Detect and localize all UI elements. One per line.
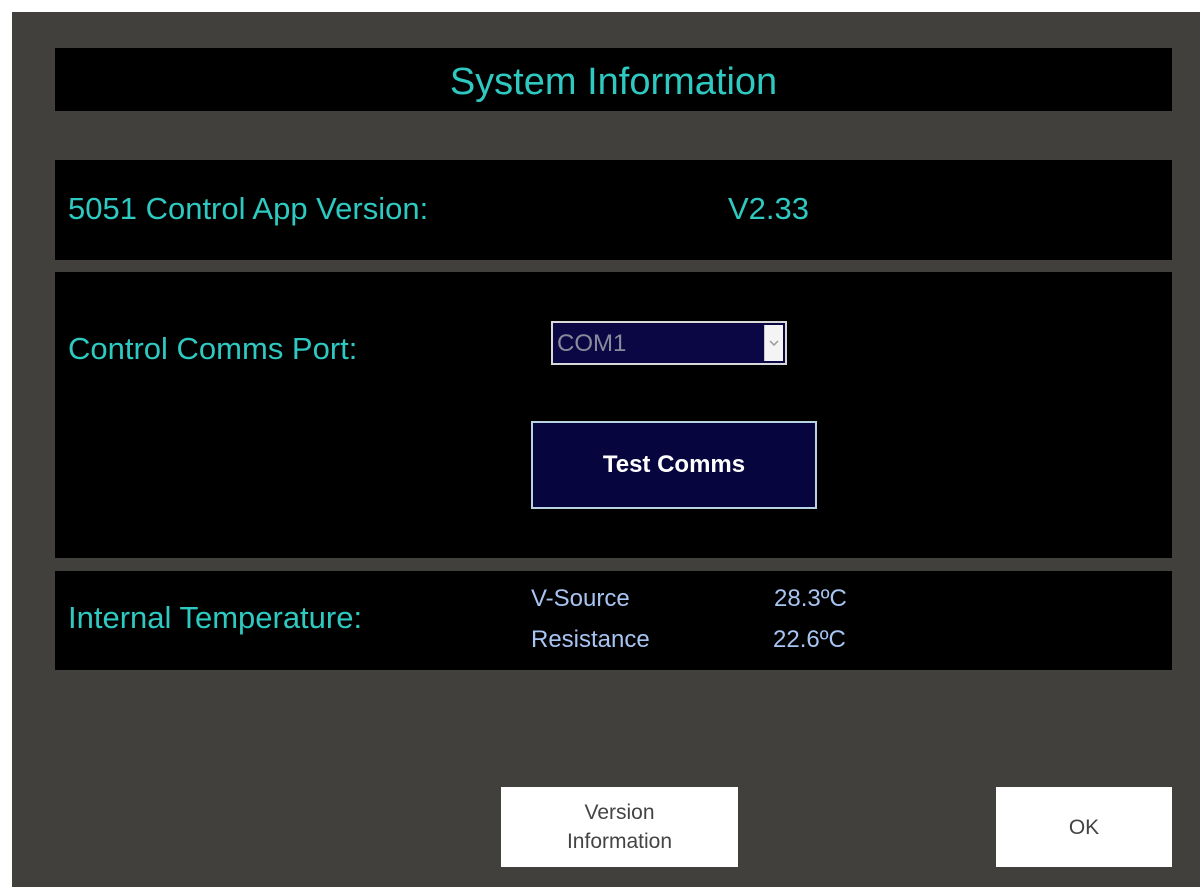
page-title: System Information: [449, 61, 778, 103]
comms-port-label: Control Comms Port:: [68, 331, 358, 366]
ok-button[interactable]: OK: [996, 787, 1172, 867]
version-information-label: Version Information: [567, 798, 672, 856]
temp-name-vsource: V-Source: [531, 585, 630, 612]
internal-temperature-label: Internal Temperature:: [68, 600, 363, 635]
title-bar: System Information: [55, 48, 1172, 111]
test-comms-button[interactable]: Test Comms: [531, 421, 817, 509]
temp-value-vsource: 28.3ºC: [774, 585, 847, 612]
app-version-label: 5051 Control App Version:: [68, 191, 429, 226]
temp-value-resistance: 22.6ºC: [773, 626, 846, 653]
app-version-value: V2.33: [728, 191, 810, 226]
comms-panel: Control Comms Port: COM1 Test Comms: [55, 272, 1172, 558]
temp-name-resistance: Resistance: [531, 626, 650, 653]
temperature-panel: Internal Temperature: V-Source 28.3ºC Re…: [55, 571, 1172, 670]
version-information-button[interactable]: Version Information: [501, 787, 738, 867]
chevron-down-icon[interactable]: [764, 325, 783, 361]
comms-port-selected-value: COM1: [557, 330, 627, 357]
comms-port-select[interactable]: COM1: [551, 321, 787, 365]
version-panel: 5051 Control App Version: V2.33: [55, 160, 1172, 260]
system-information-window: System Information 5051 Control App Vers…: [12, 12, 1200, 887]
version-information-line1: Version: [584, 801, 655, 824]
version-information-line2: Information: [566, 830, 673, 853]
